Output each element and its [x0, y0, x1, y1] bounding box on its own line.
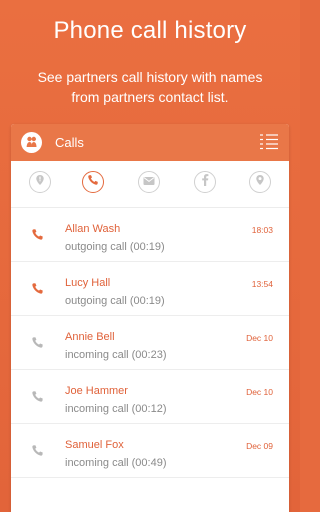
app-bar: Calls — [11, 124, 289, 161]
message-icon — [143, 173, 155, 191]
call-detail: outgoing call (00:19) — [65, 241, 165, 253]
call-list-item[interactable]: Allan Wash outgoing call (00:19) 18:03 — [11, 208, 289, 262]
tab-messages[interactable] — [138, 171, 160, 193]
tab-bar — [11, 161, 289, 208]
call-detail: outgoing call (00:19) — [65, 295, 165, 307]
caller-name: Annie Bell — [65, 331, 115, 343]
call-list-item[interactable]: Annie Bell incoming call (00:23) Dec 10 — [11, 316, 289, 370]
call-time: Dec 10 — [246, 333, 273, 343]
app-logo-icon — [21, 132, 42, 153]
tab-calls[interactable] — [82, 171, 104, 193]
promo-subtitle-line-1: See partners call history with names — [37, 69, 263, 85]
phone-icon — [31, 390, 44, 403]
call-time: Dec 10 — [246, 387, 273, 397]
phone-icon — [31, 444, 44, 457]
promo-subtitle: See partners call history with names fro… — [0, 67, 300, 107]
call-time: 13:54 — [251, 279, 273, 289]
tab-facebook[interactable] — [194, 171, 216, 193]
call-list-item[interactable]: Lucy Hall outgoing call (00:19) 13:54 — [11, 262, 289, 316]
call-time: 18:03 — [251, 225, 273, 235]
call-time: Dec 09 — [246, 441, 273, 451]
phone-icon — [31, 282, 44, 295]
call-detail: incoming call (00:23) — [65, 349, 167, 361]
call-detail: incoming call (00:49) — [65, 457, 167, 469]
list-menu-icon[interactable] — [259, 132, 279, 152]
phone-card: Calls Allan Wash outgoing call (00:19) 1… — [11, 124, 289, 512]
app-title: Calls — [55, 135, 84, 150]
phone-icon — [87, 173, 99, 191]
call-list: Allan Wash outgoing call (00:19) 18:03 L… — [11, 208, 289, 478]
caller-name: Lucy Hall — [65, 277, 111, 289]
caller-name: Samuel Fox — [65, 439, 124, 451]
call-list-item[interactable]: Samuel Fox incoming call (00:49) Dec 09 — [11, 424, 289, 478]
tab-location-alert[interactable] — [29, 171, 51, 193]
call-list-item[interactable]: Joe Hammer incoming call (00:12) Dec 10 — [11, 370, 289, 424]
phone-icon — [31, 336, 44, 349]
promo-title: Phone call history — [53, 17, 247, 44]
map-pin-icon — [254, 173, 266, 191]
location-pin-alert-icon — [34, 173, 46, 191]
app-screen: { "promo": { "title": "Phone call histor… — [0, 0, 300, 512]
facebook-icon — [200, 173, 210, 191]
phone-icon — [31, 228, 44, 241]
caller-name: Joe Hammer — [65, 385, 128, 397]
call-detail: incoming call (00:12) — [65, 403, 167, 415]
tab-location[interactable] — [249, 171, 271, 193]
promo-subtitle-line-2: from partners contact list. — [71, 89, 229, 105]
caller-name: Allan Wash — [65, 223, 121, 235]
